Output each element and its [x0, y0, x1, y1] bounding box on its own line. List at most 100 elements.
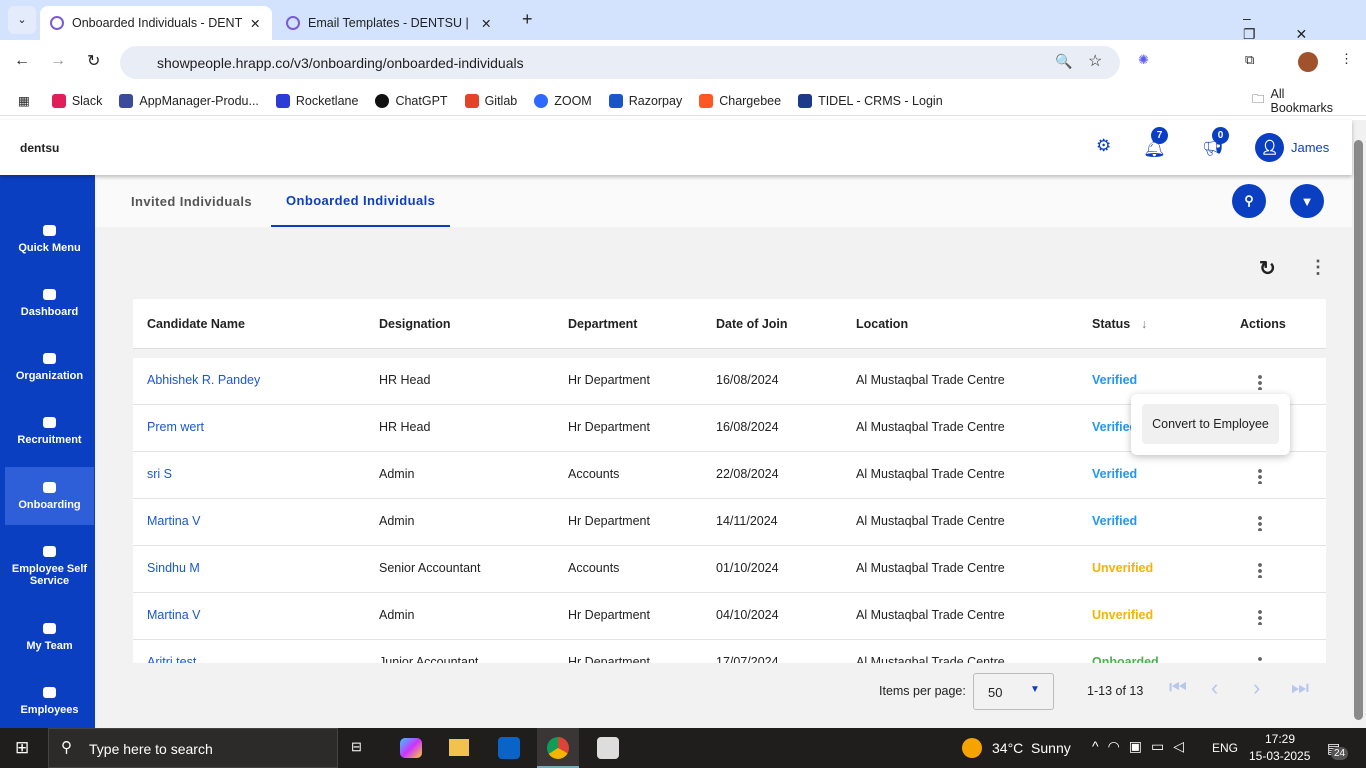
sort-arrow-down-icon[interactable]: ↓: [1141, 299, 1147, 349]
column-header[interactable]: Location: [856, 299, 908, 349]
candidate-name-link[interactable]: Sindhu M: [147, 546, 200, 593]
candidate-name-link[interactable]: Aritri test: [147, 640, 196, 663]
zoom-app-icon: [534, 93, 549, 108]
sidebar-item-onboarding[interactable]: Onboarding: [5, 467, 94, 525]
task-view-icon[interactable]: ⊟: [351, 739, 362, 755]
column-header[interactable]: Candidate Name: [147, 299, 245, 349]
candidate-name-link[interactable]: Martina V: [147, 593, 201, 640]
employees-icon: [43, 686, 56, 698]
window-controls[interactable]: –❐✕: [1243, 10, 1366, 43]
file-explorer-icon[interactable]: [449, 739, 469, 756]
column-header[interactable]: Date of Join: [716, 299, 788, 349]
close-icon[interactable]: ✕: [250, 16, 260, 31]
bookmark[interactable]: ChatGPT: [375, 93, 448, 108]
sidebar-item-my-team[interactable]: My Team: [5, 608, 94, 666]
system-tray-icons[interactable]: ^◠▣▭◁: [1092, 738, 1193, 755]
previous-page-icon[interactable]: ‹: [1211, 675, 1218, 701]
bookmark[interactable]: AppManager-Produ...: [119, 93, 259, 108]
row-actions-icon[interactable]: [1258, 468, 1262, 484]
hrapp-taskbar-icon[interactable]: [597, 737, 619, 759]
candidate-name-link[interactable]: Prem wert: [147, 405, 204, 452]
star-icon[interactable]: ☆: [1088, 51, 1102, 71]
bookmark[interactable]: Rocketlane: [275, 93, 358, 108]
new-tab-button[interactable]: +: [522, 9, 533, 30]
settings-gears-icon[interactable]: ⚙: [1096, 136, 1111, 156]
sidebar-item-employees[interactable]: Employees: [5, 672, 94, 730]
clock-time[interactable]: 17:29: [1265, 732, 1295, 746]
status-badge: Onboarded: [1092, 655, 1159, 663]
weather-text[interactable]: 34°C Sunny: [992, 740, 1071, 756]
user-avatar-icon[interactable]: 👤︎: [1255, 133, 1284, 162]
bookmark[interactable]: Slack: [51, 93, 102, 108]
actions-menu: Convert to Employee: [1131, 394, 1290, 455]
language-indicator[interactable]: ENG: [1212, 741, 1238, 755]
table-row[interactable]: sri S Admin Accounts 22/08/2024 Al Mustaqbal…: [133, 452, 1326, 499]
bookmark[interactable]: ZOOM: [534, 93, 592, 108]
row-actions-icon[interactable]: [1258, 515, 1262, 531]
column-header[interactable]: Status: [1092, 299, 1130, 349]
candidate-name-link[interactable]: Abhishek R. Pandey: [147, 358, 260, 405]
table-row[interactable]: Martina V Admin Hr Department 14/11/2024 Al …: [133, 499, 1326, 546]
chrome-taskbar-button[interactable]: [537, 728, 579, 768]
table-row[interactable]: Sindhu M Senior Accountant Accounts 01/10/2…: [133, 546, 1326, 593]
windows-start-icon[interactable]: ⊞: [15, 738, 29, 758]
table-row[interactable]: Aritri test Junior Accountant Hr Departmen…: [133, 640, 1326, 663]
sidebar-item-employee-self-service[interactable]: Employee Self Service: [5, 537, 94, 595]
url-input[interactable]: showpeople.hrapp.co/v3/onboarding/onboar…: [120, 46, 1120, 79]
column-header[interactable]: Designation: [379, 299, 451, 349]
convert-to-employee-menu-item[interactable]: Convert to Employee: [1142, 404, 1279, 444]
row-actions-icon[interactable]: [1258, 374, 1262, 390]
sidebar-item-quick-menu[interactable]: Quick Menu: [5, 210, 94, 268]
all-bookmarks[interactable]: 🗀 All Bookmarks: [1252, 87, 1349, 115]
last-page-icon[interactable]: ⏭: [1291, 677, 1309, 700]
search-button[interactable]: ⚲: [1232, 184, 1266, 218]
tab-search-button[interactable]: ⌄: [8, 6, 36, 34]
first-page-icon[interactable]: ⏮: [1169, 677, 1187, 700]
sidebar-item-dashboard[interactable]: Dashboard: [5, 274, 94, 332]
bookmark[interactable]: TIDEL - CRMS - Login: [798, 93, 943, 108]
bookmark[interactable]: Gitlab: [464, 93, 518, 108]
extension-icon[interactable]: ✺: [1138, 52, 1149, 68]
back-icon[interactable]: ←: [14, 52, 30, 70]
candidate-name-link[interactable]: Martina V: [147, 499, 201, 546]
zoom-icon[interactable]: 🔍: [1055, 53, 1072, 70]
sidebar-item-organization[interactable]: Organization: [5, 338, 94, 396]
bookmark-label: ChatGPT: [395, 93, 448, 108]
candidate-name-link[interactable]: sri S: [147, 452, 172, 499]
bookmark-label: Gitlab: [484, 93, 518, 108]
filter-button[interactable]: ▼: [1290, 184, 1324, 218]
table-row[interactable]: Martina V Admin Hr Department 04/10/2024 Al …: [133, 593, 1326, 640]
designation: Senior Accountant: [379, 561, 481, 575]
user-name[interactable]: James: [1291, 140, 1329, 155]
tab-invited-individuals[interactable]: Invited Individuals: [115, 175, 268, 227]
more-options-icon[interactable]: ⋮: [1309, 257, 1327, 278]
refresh-icon[interactable]: ↻: [1259, 256, 1276, 281]
reload-icon[interactable]: ↻: [87, 51, 100, 71]
menu-icon[interactable]: ⋮: [1340, 51, 1353, 67]
tab-onboarded-individuals[interactable]: Onboarded Individuals: [271, 175, 451, 227]
copilot-icon[interactable]: [400, 738, 422, 758]
outlook-icon[interactable]: [498, 737, 520, 759]
page-scrollbar[interactable]: [1352, 120, 1366, 728]
apps-icon[interactable]: ▦: [18, 93, 30, 108]
extensions-icon[interactable]: ⧉: [1245, 52, 1254, 68]
column-header[interactable]: Department: [568, 299, 637, 349]
row-actions-icon[interactable]: [1258, 609, 1262, 625]
browser-tab[interactable]: Email Templates - DENTSU | HRAPP ✕: [276, 6, 506, 40]
status-badge: Verified: [1092, 514, 1138, 528]
close-icon[interactable]: ✕: [481, 16, 491, 31]
row-actions-icon[interactable]: [1258, 562, 1262, 578]
row-actions-icon[interactable]: [1258, 656, 1262, 663]
taskbar-search-input[interactable]: ⚲ Type here to search: [48, 728, 338, 768]
scrollbar-thumb[interactable]: [1354, 140, 1363, 720]
browser-tab-active[interactable]: Onboarded Individuals - DENTSU ✕: [40, 6, 272, 40]
bookmarks-bar: ▦ Slack AppManager-Produ... Rocketlane C…: [0, 86, 1366, 116]
sidebar-item-recruitment[interactable]: Recruitment: [5, 402, 94, 460]
bookmark[interactable]: Chargebee: [699, 93, 781, 108]
next-page-icon[interactable]: ›: [1253, 675, 1260, 701]
clock-date[interactable]: 15-03-2025: [1249, 749, 1310, 763]
items-per-page-select[interactable]: 50 ▼: [973, 673, 1054, 710]
bookmark[interactable]: Razorpay: [608, 93, 682, 108]
profile-avatar[interactable]: [1298, 52, 1318, 72]
forward-icon[interactable]: →: [50, 52, 66, 70]
